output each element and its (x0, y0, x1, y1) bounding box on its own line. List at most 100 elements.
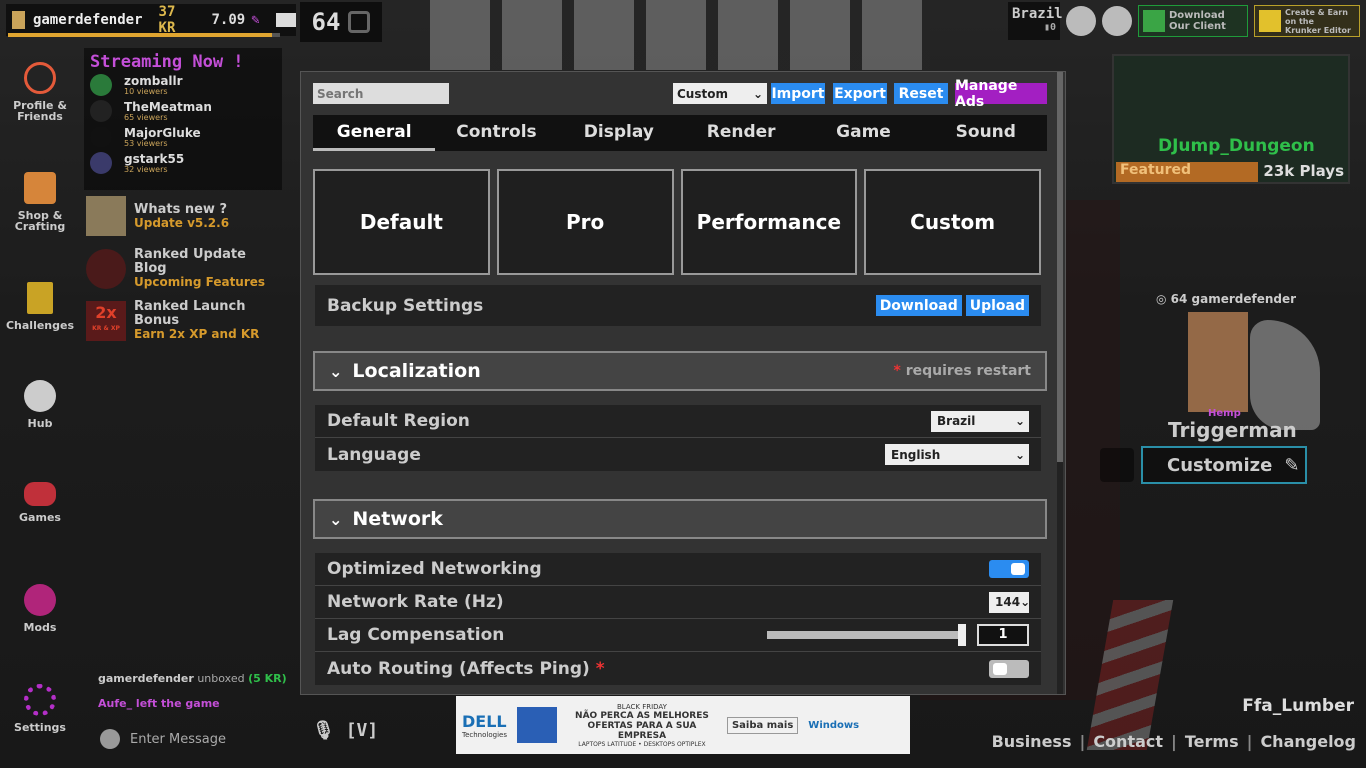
preset-cards: Default Pro Performance Custom (313, 169, 1041, 275)
client-line1: Download (1169, 10, 1225, 21)
settings-search-input[interactable] (313, 83, 449, 104)
nav-profile[interactable]: Profile & Friends (0, 62, 80, 122)
auto-routing-row: Auto Routing (Affects Ping) * (315, 652, 1041, 685)
news-badge-big: 2x (95, 302, 117, 322)
ad-banner[interactable]: DELL Technologies BLACK FRIDAY NÃO PERCA … (456, 696, 910, 754)
character-level: ◎ 64 gamerdefender (1156, 292, 1297, 306)
player-level: 64 (311, 8, 341, 36)
customize-button[interactable]: Customize ✎ (1141, 446, 1307, 484)
streamer-avatar (90, 74, 112, 96)
localization-title: Localization (352, 360, 481, 382)
upload-button[interactable]: Upload (965, 295, 1029, 316)
pencil-icon[interactable]: ✎ (251, 12, 259, 28)
customize-label: Customize (1167, 454, 1273, 476)
nav-mods[interactable]: Mods (0, 584, 80, 633)
streamer-viewers: 10 viewers (124, 86, 168, 96)
tab-game[interactable]: Game (802, 115, 924, 151)
streamer-avatar (90, 152, 112, 174)
tab-render[interactable]: Render (680, 115, 802, 151)
hat-icon[interactable] (1100, 448, 1134, 482)
footer-business[interactable]: Business (992, 732, 1072, 751)
lag-compensation-slider[interactable] (767, 624, 966, 646)
footer-contact[interactable]: Contact (1093, 732, 1163, 751)
chat-input[interactable]: Enter Message (100, 726, 300, 752)
nav-settings[interactable]: Settings (0, 684, 80, 733)
streamer-viewers: 65 viewers (124, 112, 168, 122)
nav-hub[interactable]: Hub (0, 380, 80, 429)
ad-cta-button[interactable]: Saiba mais (726, 716, 799, 734)
region-name: Brazil (1012, 6, 1063, 22)
news-thumbnail (86, 248, 126, 289)
user-chip[interactable]: gamerdefender 37 KR 7.09 ✎ (6, 4, 296, 36)
news-item[interactable]: Ranked Update Blog Upcoming Features (86, 248, 282, 289)
auto-routing-star: * (595, 658, 605, 679)
nav-challenges[interactable]: Challenges (0, 282, 80, 331)
lag-compensation-input[interactable]: 1 (977, 624, 1029, 646)
tab-display[interactable]: Display (558, 115, 680, 151)
auto-routing-toggle[interactable] (989, 659, 1029, 678)
streamer-item[interactable]: gstark55 32 viewers (90, 150, 276, 176)
footer-terms[interactable]: Terms (1185, 732, 1239, 751)
download-client-button[interactable]: Download Our Client (1138, 5, 1248, 37)
settings-toolbar: Custom ⌄ Import Export Reset Manage Ads (313, 78, 1047, 110)
news-item[interactable]: Whats new ? Update v5.2.6 (86, 196, 282, 236)
export-button[interactable]: Export (833, 83, 887, 104)
streamer-name: MajorGluke (124, 125, 201, 140)
toggle-knob (993, 662, 1007, 675)
preset-select[interactable]: Custom ⌄ (673, 83, 767, 104)
nav-shop[interactable]: Shop & Crafting (0, 172, 80, 232)
network-section-header[interactable]: ⌄ Network (313, 499, 1047, 539)
xp-progress-fill (8, 33, 272, 37)
preset-performance[interactable]: Performance (680, 169, 858, 275)
globe-icon (24, 380, 56, 412)
streamer-avatar (90, 100, 112, 122)
reset-button[interactable]: Reset (894, 83, 948, 104)
network-rate-select[interactable]: 144 ⌄ (989, 591, 1030, 613)
network-rate-row: Network Rate (Hz) 144 ⌄ (315, 586, 1041, 619)
featured-map-name: DJump_Dungeon (1158, 136, 1315, 156)
tab-general[interactable]: General (313, 115, 436, 151)
mail-icon[interactable] (275, 13, 296, 27)
nav-games[interactable]: Games (0, 482, 80, 523)
scrollbar-thumb[interactable] (1057, 72, 1063, 462)
tab-sound[interactable]: Sound (925, 115, 1047, 151)
news-thumbnail (86, 196, 126, 236)
news-badge-small: KR & XP (92, 324, 120, 332)
character-model (1188, 312, 1248, 412)
tab-controls[interactable]: Controls (435, 115, 557, 151)
preset-custom[interactable]: Custom (864, 169, 1041, 275)
featured-map-card[interactable]: DJump_Dungeon Featured 23k Plays (1112, 54, 1350, 184)
language-select[interactable]: English ⌄ (885, 444, 1029, 465)
restart-note: * requires restart (894, 363, 1031, 379)
reddit-icon[interactable] (1102, 6, 1132, 36)
lag-compensation-control: 1 (767, 624, 1029, 646)
discord-icon[interactable] (1066, 6, 1096, 36)
lag-compensation-label: Lag Compensation (327, 625, 505, 645)
chat-text: unboxed (193, 672, 249, 685)
left-nav: Profile & Friends Shop & Crafting Challe… (0, 52, 80, 768)
streamer-item[interactable]: TheMeatman 65 viewers (90, 98, 276, 124)
globe-icon[interactable] (100, 729, 120, 749)
streamer-viewers: 32 viewers (124, 164, 168, 174)
settings-scrollbar[interactable] (1057, 72, 1063, 694)
language-label: Language (327, 444, 421, 465)
manage-ads-button[interactable]: Manage Ads (955, 78, 1047, 110)
news-item[interactable]: 2x KR & XP Ranked Launch Bonus Earn 2x XP … (86, 300, 282, 341)
download-button[interactable]: Download (875, 295, 962, 316)
footer-changelog[interactable]: Changelog (1260, 732, 1356, 751)
preset-default[interactable]: Default (313, 169, 490, 275)
network-rate-label: Network Rate (Hz) (327, 592, 504, 612)
news-title: Ranked Update Blog (134, 247, 246, 276)
localization-section-header[interactable]: ⌄ Localization * requires restart (313, 351, 1047, 391)
streamer-item[interactable]: zomballr 10 viewers (90, 72, 276, 98)
import-button[interactable]: Import (771, 83, 825, 104)
default-region-select[interactable]: Brazil ⌄ (931, 410, 1029, 432)
preset-pro[interactable]: Pro (496, 169, 674, 275)
region-indicator[interactable]: Brazil ▮0 (1008, 2, 1063, 40)
restart-note-text: requires restart (900, 363, 1031, 379)
krunker-editor-button[interactable]: Create & Earn on the Krunker Editor (1254, 5, 1360, 37)
settings-tabs: General Controls Display Render Game Sou… (313, 115, 1047, 151)
slider-handle[interactable] (958, 624, 966, 646)
streamer-item[interactable]: MajorGluke 53 viewers (90, 124, 276, 150)
optimized-networking-toggle[interactable] (989, 560, 1029, 578)
